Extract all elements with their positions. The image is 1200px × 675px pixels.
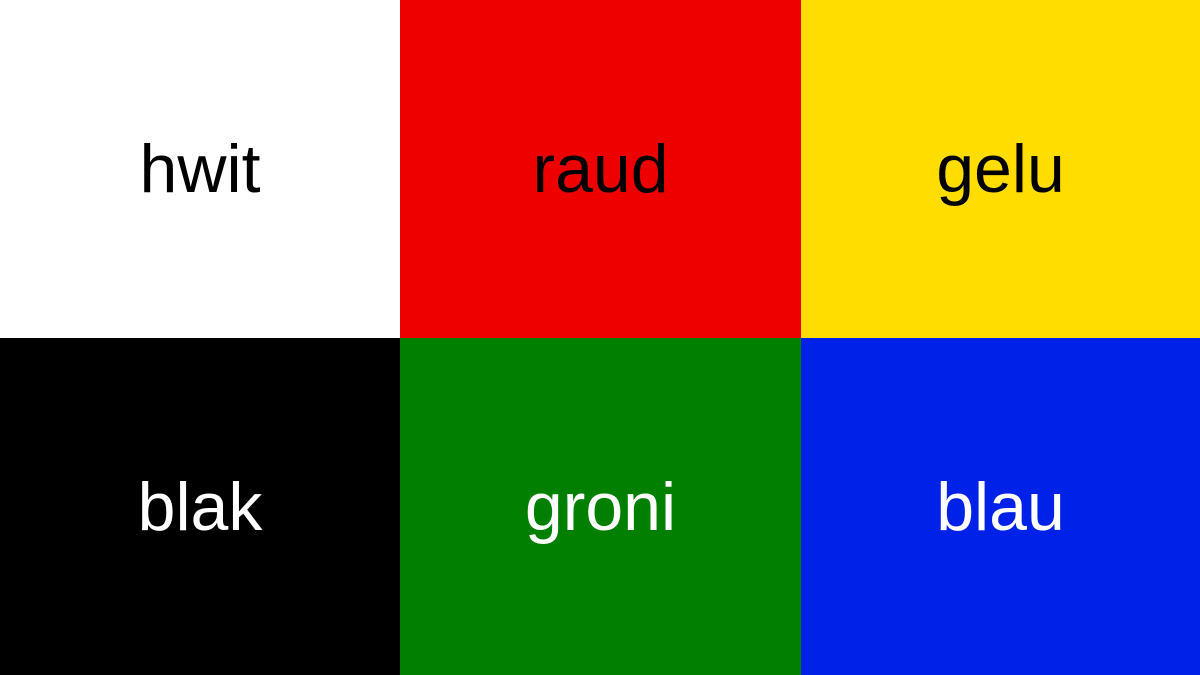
swatch-red: raud [400, 0, 801, 338]
swatch-label-black: blak [137, 468, 263, 545]
swatch-label-red: raud [532, 131, 669, 207]
swatch-white: hwit [0, 0, 400, 338]
swatch-label-yellow: gelu [936, 131, 1065, 207]
color-swatch-grid: hwit raud gelu blak groni blau [0, 0, 1200, 675]
swatch-yellow: gelu [801, 0, 1200, 338]
swatch-blue: blau [801, 338, 1200, 675]
swatch-label-blue: blau [936, 468, 1065, 545]
swatch-label-green: groni [524, 468, 677, 545]
swatch-label-white: hwit [139, 131, 261, 207]
swatch-green: groni [400, 338, 801, 675]
swatch-black: blak [0, 338, 400, 675]
